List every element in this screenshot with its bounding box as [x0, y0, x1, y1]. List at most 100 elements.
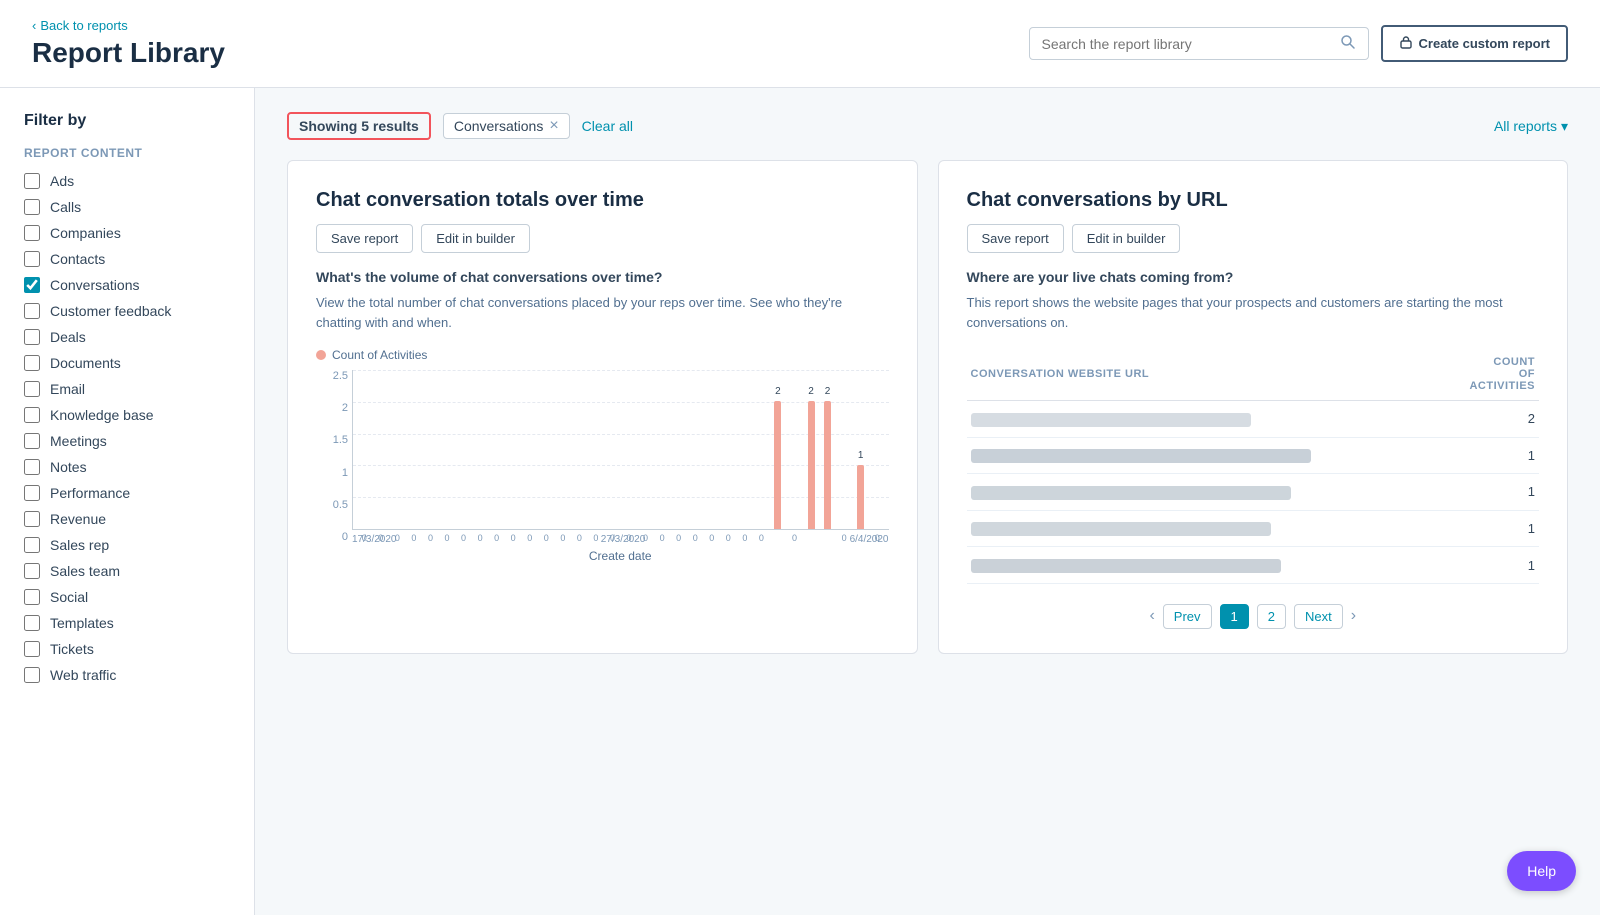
checkbox-ads[interactable]	[24, 173, 40, 189]
bar-zero-label: 0	[842, 533, 847, 543]
bar-zero-label: 0	[693, 533, 698, 543]
pagination: ‹ Prev 1 2 Next ›	[967, 604, 1540, 629]
table-row: 1	[967, 510, 1540, 547]
y-label-1.5: 1.5	[316, 434, 348, 446]
edit-in-builder-button-2[interactable]: Edit in builder	[1072, 224, 1181, 253]
bar-zero-label: 0	[759, 533, 764, 543]
url-cell	[967, 401, 1440, 438]
checkbox-sales_rep[interactable]	[24, 537, 40, 553]
chevron-down-icon: ▾	[1561, 118, 1568, 135]
reports-grid: Chat conversation totals over time Save …	[287, 160, 1568, 654]
page-1-button[interactable]: 1	[1220, 604, 1249, 629]
checkbox-revenue[interactable]	[24, 511, 40, 527]
checkbox-documents[interactable]	[24, 355, 40, 371]
checkbox-performance[interactable]	[24, 485, 40, 501]
checkbox-web_traffic[interactable]	[24, 667, 40, 683]
table-row: 1	[967, 437, 1540, 474]
sidebar-item-templates[interactable]: Templates	[0, 610, 254, 636]
checkbox-contacts[interactable]	[24, 251, 40, 267]
checkbox-templates[interactable]	[24, 615, 40, 631]
chart-legend: Count of Activities	[316, 348, 889, 362]
sidebar-item-sales_team[interactable]: Sales team	[0, 558, 254, 584]
bar-zero-label: 0	[511, 533, 516, 543]
save-report-button-1[interactable]: Save report	[316, 224, 413, 253]
checkbox-customer_feedback[interactable]	[24, 303, 40, 319]
help-button[interactable]: Help	[1507, 851, 1576, 891]
all-reports-button[interactable]: All reports ▾	[1494, 118, 1568, 135]
prev-label-button[interactable]: Prev	[1163, 604, 1212, 629]
sidebar-item-notes[interactable]: Notes	[0, 454, 254, 480]
sidebar-item-deals[interactable]: Deals	[0, 324, 254, 350]
sidebar-item-documents[interactable]: Documents	[0, 350, 254, 376]
sidebar: Filter by Report content AdsCallsCompani…	[0, 88, 255, 915]
sidebar-item-meetings[interactable]: Meetings	[0, 428, 254, 454]
checkbox-social[interactable]	[24, 589, 40, 605]
page-2-button[interactable]: 2	[1257, 604, 1286, 629]
header: ‹ Back to reports Report Library Create …	[0, 0, 1600, 88]
next-page-button[interactable]: ›	[1351, 607, 1356, 625]
sidebar-item-sales_rep[interactable]: Sales rep	[0, 532, 254, 558]
clear-all-button[interactable]: Clear all	[582, 118, 633, 134]
y-label-2: 2	[316, 402, 348, 414]
sidebar-item-social[interactable]: Social	[0, 584, 254, 610]
checkbox-companies[interactable]	[24, 225, 40, 241]
sidebar-item-email[interactable]: Email	[0, 376, 254, 402]
report-desc-2: This report shows the website pages that…	[967, 293, 1540, 332]
bar-zero-label: 0	[395, 533, 400, 543]
label-meetings: Meetings	[50, 433, 107, 449]
col-header-url: CONVERSATION WEBSITE URL	[967, 348, 1440, 401]
col-header-count: COUNTOFACTIVITIES	[1439, 348, 1539, 401]
checkbox-calls[interactable]	[24, 199, 40, 215]
checkbox-tickets[interactable]	[24, 641, 40, 657]
count-cell: 2	[1439, 401, 1539, 438]
checkbox-email[interactable]	[24, 381, 40, 397]
next-label-button[interactable]: Next	[1294, 604, 1343, 629]
sidebar-item-calls[interactable]: Calls	[0, 194, 254, 220]
checkbox-notes[interactable]	[24, 459, 40, 475]
sidebar-item-ads[interactable]: Ads	[0, 168, 254, 194]
table-row: 1	[967, 547, 1540, 584]
url-blurred	[971, 413, 1251, 427]
sidebar-item-performance[interactable]: Performance	[0, 480, 254, 506]
prev-page-button[interactable]: ‹	[1149, 607, 1154, 625]
checkbox-meetings[interactable]	[24, 433, 40, 449]
label-tickets: Tickets	[50, 641, 94, 657]
bar-zero-label: 0	[428, 533, 433, 543]
report-content-label: Report content	[0, 146, 254, 168]
label-documents: Documents	[50, 355, 121, 371]
bar-zero-label: 0	[544, 533, 549, 543]
label-customer_feedback: Customer feedback	[50, 303, 171, 319]
sidebar-item-conversations[interactable]: Conversations	[0, 272, 254, 298]
back-to-reports-link[interactable]: ‹ Back to reports	[32, 18, 225, 33]
search-box[interactable]	[1029, 27, 1369, 60]
sidebar-item-knowledge_base[interactable]: Knowledge base	[0, 402, 254, 428]
sidebar-item-web_traffic[interactable]: Web traffic	[0, 662, 254, 688]
report-card-title-2: Chat conversations by URL	[967, 189, 1540, 212]
sidebar-item-revenue[interactable]: Revenue	[0, 506, 254, 532]
filter-checkbox-list: AdsCallsCompaniesContactsConversations Cu…	[0, 168, 254, 688]
save-report-button-2[interactable]: Save report	[967, 224, 1064, 253]
sidebar-item-companies[interactable]: Companies	[0, 220, 254, 246]
edit-in-builder-button-1[interactable]: Edit in builder	[421, 224, 530, 253]
report-subtitle-1: What's the volume of chat conversations …	[316, 269, 889, 285]
sidebar-item-contacts[interactable]: Contacts	[0, 246, 254, 272]
create-custom-report-button[interactable]: Create custom report	[1381, 25, 1568, 62]
bar-label: 2	[825, 386, 831, 397]
sidebar-item-customer_feedback[interactable]: Customer feedback	[0, 298, 254, 324]
count-cell: 1	[1439, 547, 1539, 584]
checkbox-deals[interactable]	[24, 329, 40, 345]
table-row: 2	[967, 401, 1540, 438]
sidebar-item-tickets[interactable]: Tickets	[0, 636, 254, 662]
checkbox-knowledge_base[interactable]	[24, 407, 40, 423]
label-email: Email	[50, 381, 85, 397]
url-cell	[967, 510, 1440, 547]
search-input[interactable]	[1042, 36, 1340, 52]
label-sales_rep: Sales rep	[50, 537, 109, 553]
checkbox-sales_team[interactable]	[24, 563, 40, 579]
url-cell	[967, 547, 1440, 584]
remove-conversations-filter-button[interactable]: ×	[549, 118, 558, 134]
bar-wrapper: 2	[820, 401, 835, 529]
bar-zero-label: 0	[378, 533, 383, 543]
report-subtitle-2: Where are your live chats coming from?	[967, 269, 1540, 285]
checkbox-conversations[interactable]	[24, 277, 40, 293]
